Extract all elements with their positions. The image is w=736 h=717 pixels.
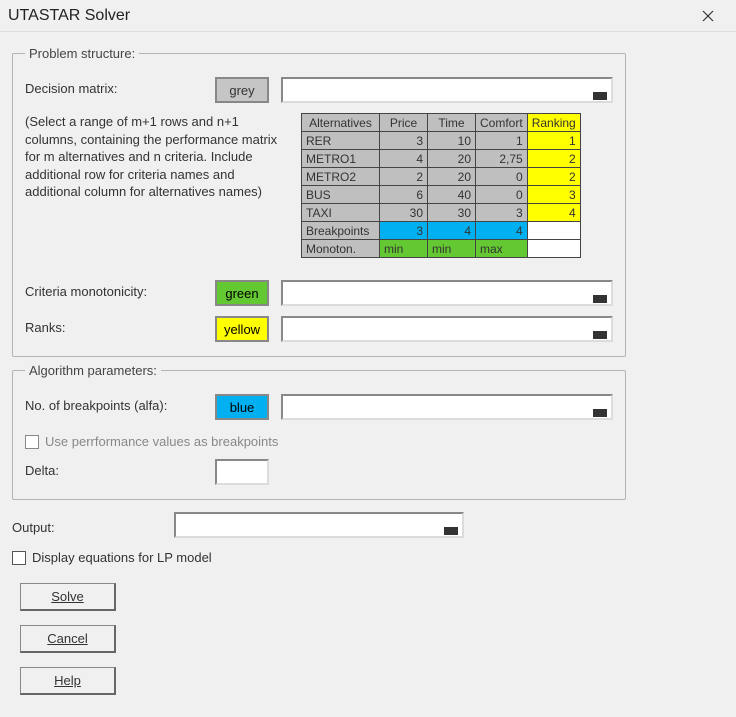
- monoton-cell: min: [380, 240, 428, 258]
- cancel-button[interactable]: Cancel: [20, 625, 116, 653]
- range-picker-icon[interactable]: [593, 331, 607, 339]
- matrix-cell: 30: [380, 204, 428, 222]
- breakpoints-input[interactable]: [281, 394, 613, 420]
- matrix-cell: 30: [428, 204, 476, 222]
- matrix-cell: 40: [428, 186, 476, 204]
- window-title: UTASTAR Solver: [8, 7, 688, 25]
- matrix-row-name: METRO1: [302, 150, 380, 168]
- decision-matrix-hint: (Select a range of m+1 rows and n+1 colu…: [25, 113, 291, 258]
- monotonicity-input[interactable]: [281, 280, 613, 306]
- breakpoints-row: No. of breakpoints (alfa): blue: [25, 394, 613, 420]
- matrix-cell: 20: [428, 150, 476, 168]
- algorithm-parameters-group: Algorithm parameters: No. of breakpoints…: [12, 363, 626, 500]
- matrix-header: Time: [428, 114, 476, 132]
- use-performance-checkbox-row: Use perrformance values as breakpoints: [25, 434, 613, 449]
- matrix-rank-cell: 2: [527, 150, 580, 168]
- decision-matrix-input[interactable]: [281, 77, 613, 103]
- matrix-rank-cell: 2: [527, 168, 580, 186]
- matrix-row-name: RER: [302, 132, 380, 150]
- matrix-row-name: BUS: [302, 186, 380, 204]
- matrix-cell: 0: [476, 168, 528, 186]
- delta-input[interactable]: [215, 459, 269, 485]
- output-label: Output:: [12, 516, 174, 535]
- problem-structure-group: Problem structure: Decision matrix: grey…: [12, 46, 626, 357]
- matrix-header: Ranking: [527, 114, 580, 132]
- matrix-cell: 1: [476, 132, 528, 150]
- titlebar: UTASTAR Solver: [0, 0, 736, 32]
- display-equations-checkbox[interactable]: [12, 551, 26, 565]
- ranks-label: Ranks:: [25, 316, 215, 335]
- matrix-cell: 6: [380, 186, 428, 204]
- matrix-cell: 0: [476, 186, 528, 204]
- matrix-cell: 3: [380, 132, 428, 150]
- swatch-yellow: yellow: [215, 316, 269, 342]
- delta-label: Delta:: [25, 459, 215, 478]
- output-input[interactable]: [174, 512, 464, 538]
- matrix-cell: 3: [476, 204, 528, 222]
- matrix-rank-cell: 3: [527, 186, 580, 204]
- matrix-row-name: TAXI: [302, 204, 380, 222]
- example-matrix-table: Alternatives Price Time Comfort Ranking …: [301, 113, 581, 258]
- matrix-cell: 20: [428, 168, 476, 186]
- breakpoints-label: No. of breakpoints (alfa):: [25, 394, 215, 413]
- help-button-label: Help: [54, 673, 81, 688]
- decision-matrix-row: Decision matrix: grey: [25, 77, 613, 103]
- matrix-empty-cell: [527, 222, 580, 240]
- swatch-blue: blue: [215, 394, 269, 420]
- matrix-row-name: METRO2: [302, 168, 380, 186]
- decision-matrix-label: Decision matrix:: [25, 77, 215, 96]
- matrix-header: Alternatives: [302, 114, 380, 132]
- range-picker-icon[interactable]: [593, 295, 607, 303]
- monotonicity-label: Criteria monotonicity:: [25, 280, 215, 299]
- close-button[interactable]: [688, 2, 728, 30]
- range-picker-icon[interactable]: [593, 409, 607, 417]
- output-row: Output:: [12, 512, 626, 538]
- ranks-input[interactable]: [281, 316, 613, 342]
- matrix-header: Price: [380, 114, 428, 132]
- matrix-empty-cell: [527, 240, 580, 258]
- matrix-cell: 10: [428, 132, 476, 150]
- breakpoints-cell: 4: [476, 222, 528, 240]
- display-equations-label: Display equations for LP model: [32, 550, 212, 565]
- swatch-green: green: [215, 280, 269, 306]
- breakpoints-cell: 3: [380, 222, 428, 240]
- solve-button-label: Solve: [51, 589, 84, 604]
- range-picker-icon[interactable]: [444, 527, 458, 535]
- use-performance-checkbox: [25, 435, 39, 449]
- monoton-cell: min: [428, 240, 476, 258]
- breakpoints-cell: 4: [428, 222, 476, 240]
- range-picker-icon[interactable]: [593, 92, 607, 100]
- solve-button[interactable]: Solve: [20, 583, 116, 611]
- cancel-button-label: Cancel: [47, 631, 87, 646]
- swatch-grey: grey: [215, 77, 269, 103]
- matrix-cell: 2,75: [476, 150, 528, 168]
- help-button[interactable]: Help: [20, 667, 116, 695]
- matrix-rank-cell: 1: [527, 132, 580, 150]
- monoton-row-label: Monoton.: [302, 240, 380, 258]
- close-icon: [702, 10, 714, 22]
- monoton-cell: max: [476, 240, 528, 258]
- matrix-cell: 2: [380, 168, 428, 186]
- delta-row: Delta:: [25, 459, 613, 485]
- use-performance-label: Use perrformance values as breakpoints: [45, 434, 278, 449]
- matrix-cell: 4: [380, 150, 428, 168]
- display-equations-row: Display equations for LP model: [12, 550, 626, 565]
- ranks-row: Ranks: yellow: [25, 316, 613, 342]
- dialog-window: UTASTAR Solver Problem structure: Decisi…: [0, 0, 736, 590]
- matrix-header: Comfort: [476, 114, 528, 132]
- breakpoints-row-label: Breakpoints: [302, 222, 380, 240]
- matrix-rank-cell: 4: [527, 204, 580, 222]
- monotonicity-row: Criteria monotonicity: green: [25, 280, 613, 306]
- algorithm-parameters-legend: Algorithm parameters:: [25, 363, 161, 378]
- problem-structure-legend: Problem structure:: [25, 46, 139, 61]
